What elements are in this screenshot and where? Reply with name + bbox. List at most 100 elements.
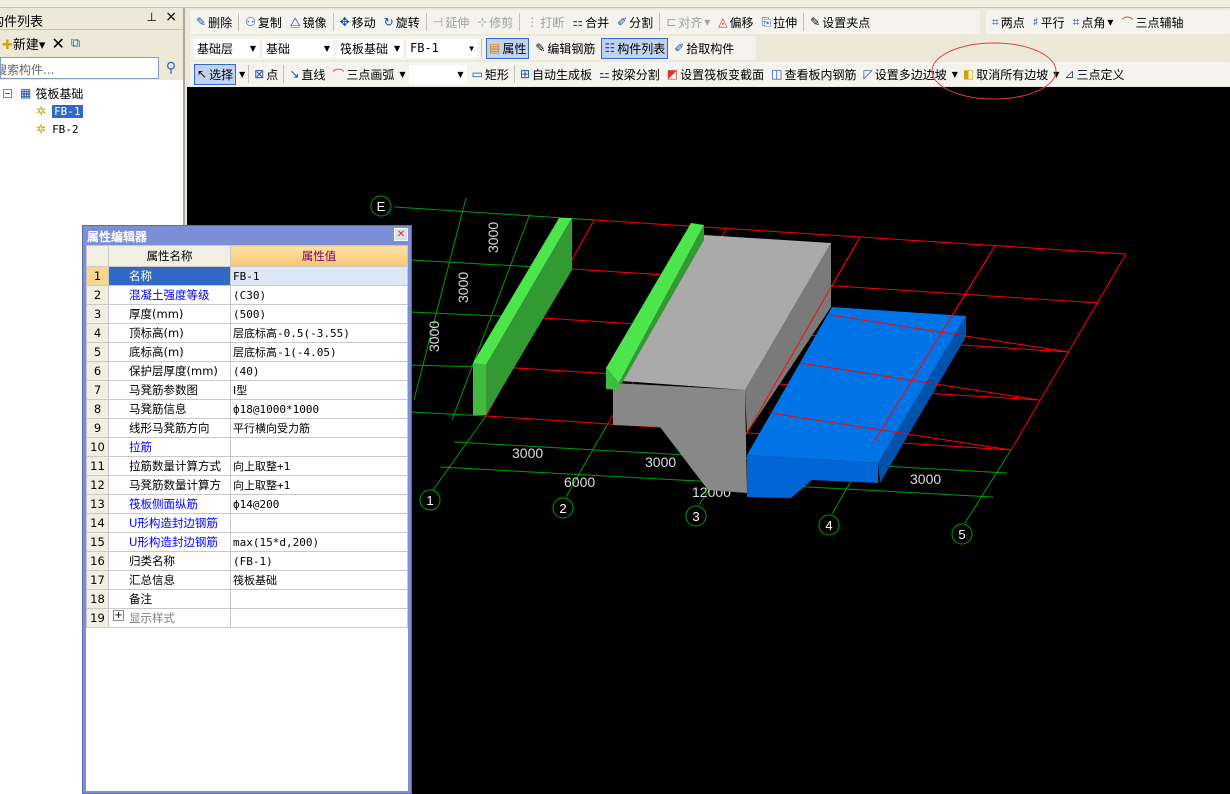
property-value[interactable]: Ⅰ型 [230,380,408,400]
property-name: 备注 [108,589,231,609]
dialog-titlebar[interactable]: 属性编辑器 ✕ [86,226,408,245]
row-number: 16 [86,551,109,571]
close-icon[interactable]: ✕ [394,228,408,241]
axis-label: 5 [958,527,965,542]
property-name: 顶标高(m) [108,323,231,343]
property-name-text: 名称 [129,269,152,283]
property-name-text: 保护层厚度(mm) [129,364,218,378]
property-name-text: 备注 [129,592,152,606]
property-row[interactable]: 2 混凝土强度等级 (C30) [86,285,408,305]
property-row[interactable]: 12 马凳筋数量计算方 向上取整+1 [86,475,408,495]
corner-cell [86,245,109,267]
axis-label: E [377,199,386,214]
row-number: 15 [86,532,109,552]
property-value[interactable]: 向上取整+1 [230,475,408,495]
property-row[interactable]: 5 底标高(m) 层底标高-1(-4.05) [86,342,408,362]
property-value[interactable]: 层底标高-1(-4.05) [230,342,408,362]
property-name-text: 底标高(m) [129,345,184,359]
property-value[interactable]: ф18@1000*1000 [230,399,408,419]
row-number: 6 [86,361,109,381]
property-name: 拉筋 [108,437,231,457]
property-name-text: 马凳筋信息 [129,402,187,416]
property-name: 拉筋数量计算方式 [108,456,231,476]
property-row[interactable]: 9 线形马凳筋方向 平行横向受力筋 [86,418,408,438]
property-name-text: 混凝土强度等级 [129,288,210,302]
property-name-text: 马凳筋参数图 [129,383,198,397]
property-value[interactable]: FB-1 [230,266,408,286]
property-name: 马凳筋信息 [108,399,231,419]
property-row[interactable]: 3 厚度(mm) (500) [86,304,408,324]
property-row[interactable]: 16 归类名称 (FB-1) [86,551,408,571]
row-number: 11 [86,456,109,476]
property-row[interactable]: 7 马凳筋参数图 Ⅰ型 [86,380,408,400]
property-name: U形构造封边钢筋 [108,532,231,552]
property-value[interactable] [230,513,408,533]
row-number: 18 [86,589,109,609]
dimension-label: 3000 [910,471,941,487]
expand-icon[interactable]: + [113,610,124,621]
property-row[interactable]: 13 筏板侧面纵筋 ф14@200 [86,494,408,514]
property-value[interactable] [230,437,408,457]
property-row[interactable]: 8 马凳筋信息 ф18@1000*1000 [86,399,408,419]
property-value[interactable] [230,589,408,609]
property-value[interactable]: (500) [230,304,408,324]
property-value[interactable]: 平行横向受力筋 [230,418,408,438]
property-value[interactable]: max(15*d,200) [230,532,408,552]
property-row[interactable]: 14 U形构造封边钢筋 [86,513,408,533]
property-name-text: 拉筋 [129,440,152,454]
dimension-label: 3000 [645,454,676,470]
property-row[interactable]: 18 备注 [86,589,408,609]
property-value[interactable]: (40) [230,361,408,381]
property-name-text: 筏板侧面纵筋 [129,497,198,511]
property-row[interactable]: 15 U形构造封边钢筋 max(15*d,200) [86,532,408,552]
property-name: 线形马凳筋方向 [108,418,231,438]
property-value[interactable]: 向上取整+1 [230,456,408,476]
property-row[interactable]: 4 顶标高(m) 层底标高-0.5(-3.55) [86,323,408,343]
property-row[interactable]: 6 保护层厚度(mm) (40) [86,361,408,381]
row-number: 17 [86,570,109,590]
property-value[interactable]: 筏板基础 [230,570,408,590]
header-row: 属性名称 属性值 [86,245,408,267]
annotation-circle [931,42,1057,100]
row-number: 4 [86,323,109,343]
row-number: 9 [86,418,109,438]
property-name: 马凳筋数量计算方 [108,475,231,495]
row-number: 12 [86,475,109,495]
axis-line-1 [432,415,487,491]
property-name: 汇总信息 [108,570,231,590]
property-name: 混凝土强度等级 [108,285,231,305]
property-grid: 属性名称 属性值 1 名称 FB-1 2 混凝土强度等级 (C30) 3 厚度(mm) (500)… [86,245,408,791]
property-name-text: U形构造封边钢筋 [129,535,218,549]
property-name: 底标高(m) [108,342,231,362]
property-name: 保护层厚度(mm) [108,361,231,381]
property-name-text: 顶标高(m) [129,326,184,340]
property-name: 名称 [108,266,231,286]
row-number: 14 [86,513,109,533]
property-value[interactable]: (FB-1) [230,551,408,571]
property-name-text: 归类名称 [129,554,175,568]
axis-label: 4 [825,518,832,533]
axis-label: 1 [426,493,433,508]
property-row[interactable]: 17 汇总信息 筏板基础 [86,570,408,590]
property-name-text: 拉筋数量计算方式 [129,459,221,473]
property-name: + 显示样式 [108,608,231,628]
axis-label: 2 [559,501,566,516]
row-number: 13 [86,494,109,514]
row-number: 1 [86,266,109,286]
property-name: 厚度(mm) [108,304,231,324]
row-number: 8 [86,399,109,419]
property-row[interactable]: 10 拉筋 [86,437,408,457]
dimension-label: 3000 [426,321,442,352]
axis-label: 3 [692,509,699,524]
property-row[interactable]: 19 + 显示样式 [86,608,408,628]
row-number: 10 [86,437,109,457]
property-row[interactable]: 11 拉筋数量计算方式 向上取整+1 [86,456,408,476]
property-row[interactable]: 1 名称 FB-1 [86,266,408,286]
property-name-text: 厚度(mm) [129,307,184,321]
property-value[interactable]: (C30) [230,285,408,305]
property-value[interactable]: 层底标高-0.5(-3.55) [230,323,408,343]
property-value[interactable] [230,608,408,628]
dimension-label: 3000 [455,272,471,303]
property-value[interactable]: ф14@200 [230,494,408,514]
row-number: 19 [86,608,109,628]
